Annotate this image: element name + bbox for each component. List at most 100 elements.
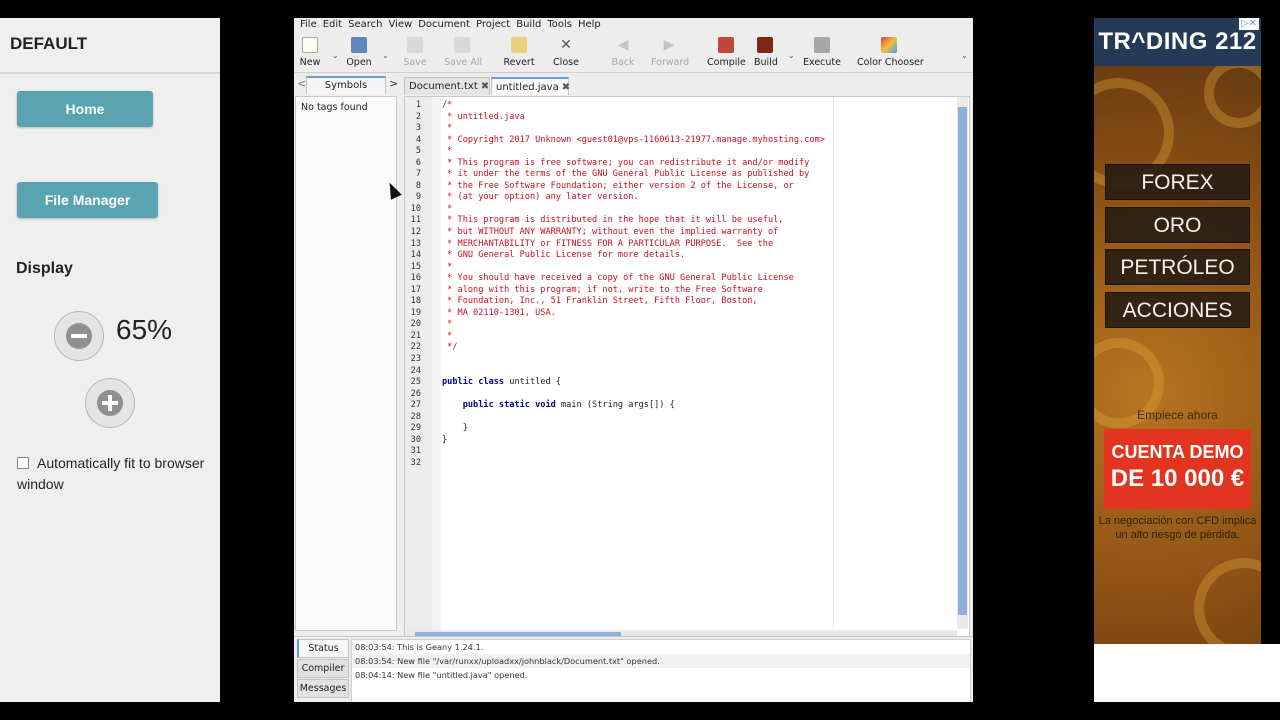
code-line: 31 xyxy=(405,446,965,458)
forward-button[interactable]: ▶ Forward xyxy=(651,37,689,71)
code-text: * Copyright 2017 Unknown <guest01@vps-11… xyxy=(442,134,825,145)
menu-tools[interactable]: Tools xyxy=(541,18,572,33)
tab-compiler[interactable]: Compiler xyxy=(297,659,349,678)
code-token: public class xyxy=(442,377,505,388)
new-button[interactable]: New xyxy=(298,37,322,71)
code-line: 4 * Copyright 2017 Unknown <guest01@vps-… xyxy=(405,135,965,147)
code-editor[interactable]: 1/* 2 * untitled.java 3 * 4 * Copyright 201… xyxy=(404,96,970,642)
screen: DEFAULT Home File Manager Display 65% Au… xyxy=(0,0,1280,720)
ad-demo-button[interactable]: CUENTA DEMO DE 10 000 € xyxy=(1104,429,1251,509)
file-manager-button[interactable]: File Manager xyxy=(17,182,158,218)
toolbar-overflow-chevron-icon[interactable]: ⌄ xyxy=(961,51,968,60)
scroll-thumb[interactable] xyxy=(958,107,967,615)
build-icon xyxy=(757,37,773,53)
tab-symbols[interactable]: Symbols xyxy=(306,76,386,94)
log-line: 08:04:14: New file "untitled.java" opene… xyxy=(355,670,528,680)
menu-project[interactable]: Project xyxy=(470,18,510,33)
message-window: Status Compiler Messages 08:03:54: This … xyxy=(294,636,973,702)
close-tab-icon[interactable]: ✖ xyxy=(481,81,489,92)
zoom-in-button[interactable] xyxy=(85,378,135,428)
ad-item-oro[interactable]: ORO xyxy=(1105,207,1250,243)
line-number: 15 xyxy=(410,261,421,272)
new-file-icon xyxy=(302,37,318,53)
ad-cta-line1: CUENTA DEMO xyxy=(1111,442,1244,462)
back-button[interactable]: ◀ Back xyxy=(609,37,637,71)
code-line: 6 * This program is free software; you c… xyxy=(405,158,965,170)
menu-document[interactable]: Document xyxy=(412,18,470,33)
line-number: 20 xyxy=(410,319,421,330)
tab-messages[interactable]: Messages xyxy=(297,679,349,698)
symbols-panel: No tags found xyxy=(295,96,397,631)
gear-decoration xyxy=(1204,58,1261,128)
line-number: 5 xyxy=(415,146,421,157)
code-text: public class untitled { xyxy=(442,377,561,389)
menu-view[interactable]: View xyxy=(382,18,412,33)
code-text: * xyxy=(442,123,453,134)
menu-edit[interactable]: Edit xyxy=(317,18,342,33)
code-text: * it under the terms of the GNU General … xyxy=(442,169,810,180)
no-tags-text: No tags found xyxy=(301,102,368,113)
menu-search[interactable]: Search xyxy=(342,18,382,33)
execute-button[interactable]: Execute xyxy=(801,37,843,71)
close-tab-icon[interactable]: ✖ xyxy=(562,82,570,93)
arrow-left-icon: ◀ xyxy=(617,37,629,53)
code-text: * MA 02110-1301, USA. xyxy=(442,307,556,318)
code-text: * GNU General Public License for more de… xyxy=(442,250,686,261)
code-text: * MERCHANTABILITY or FITNESS FOR A PARTI… xyxy=(442,238,774,249)
line-number: 9 xyxy=(415,192,421,203)
color-chooser-button[interactable]: Color Chooser xyxy=(857,37,924,71)
minus-icon xyxy=(66,323,92,349)
tab-status[interactable]: Status xyxy=(297,639,349,658)
line-number: 29 xyxy=(410,423,421,434)
status-log: 08:03:54: This is Geany 1.24.1. 08:03:54… xyxy=(351,639,971,702)
ad-choices-icon[interactable]: ▷✕ xyxy=(1238,18,1259,30)
ad-cta-line2: DE 10 000 € xyxy=(1110,465,1245,492)
chevron-down-icon[interactable]: ⌄ xyxy=(788,51,795,60)
tab-document-txt[interactable]: Document.txt ✖ xyxy=(404,77,490,95)
revert-icon xyxy=(511,37,527,53)
code-line: 2 * untitled.java xyxy=(405,112,965,124)
compile-button[interactable]: Compile xyxy=(707,37,746,71)
chevron-right-icon[interactable]: > xyxy=(389,77,398,90)
tab-untitled-java[interactable]: untitled.java ✖ xyxy=(491,77,570,95)
code-line: 32 xyxy=(405,458,965,470)
divider xyxy=(0,72,220,74)
code-line: 13 * MERCHANTABILITY or FITNESS FOR A PA… xyxy=(405,239,965,251)
open-folder-icon xyxy=(351,37,367,53)
menu-build[interactable]: Build xyxy=(510,18,541,33)
line-number: 26 xyxy=(410,388,421,399)
save-button[interactable]: Save xyxy=(402,37,428,71)
code-text: * Foundation, Inc., 51 Franklin Street, … xyxy=(442,296,758,307)
zoom-out-button[interactable] xyxy=(54,311,104,361)
line-number: 23 xyxy=(410,354,421,365)
code-text: * This program is free software; you can… xyxy=(442,157,810,168)
line-number: 12 xyxy=(410,227,421,238)
build-button[interactable]: Build xyxy=(754,37,778,71)
line-number: 21 xyxy=(410,330,421,341)
code-line: 27 public static void main (String args[… xyxy=(405,400,965,412)
code-text: * xyxy=(442,319,453,330)
ad-item-acciones[interactable]: ACCIONES xyxy=(1105,292,1250,328)
chevron-down-icon[interactable]: ⌄ xyxy=(382,51,389,60)
ad-item-petroleo[interactable]: PETRÓLEO xyxy=(1105,249,1250,285)
code-line: 5 * xyxy=(405,146,965,158)
code-token: public static void xyxy=(442,400,556,411)
ad-item-forex[interactable]: FOREX xyxy=(1105,164,1250,200)
save-all-button[interactable]: Save All xyxy=(444,37,482,71)
line-number: 25 xyxy=(410,377,421,388)
home-button[interactable]: Home xyxy=(17,91,153,127)
advertisement[interactable]: TR^DING 212 ▷✕ FOREX ORO PETRÓLEO ACCION… xyxy=(1094,18,1261,644)
vertical-scrollbar[interactable] xyxy=(957,97,968,629)
line-number: 22 xyxy=(410,342,421,353)
revert-button[interactable]: Revert xyxy=(502,37,536,71)
code-line: 29 } xyxy=(405,423,965,435)
close-icon: ✕ xyxy=(560,37,572,53)
menu-help[interactable]: Help xyxy=(572,18,601,33)
menu-file[interactable]: File xyxy=(294,18,317,33)
open-button[interactable]: Open xyxy=(344,37,374,71)
chevron-down-icon[interactable]: ⌄ xyxy=(332,51,339,60)
chevron-left-icon[interactable]: < xyxy=(297,77,306,90)
close-button[interactable]: ✕ Close xyxy=(551,37,581,71)
autofit-checkbox[interactable] xyxy=(17,457,29,469)
code-line: 30} xyxy=(405,435,965,447)
